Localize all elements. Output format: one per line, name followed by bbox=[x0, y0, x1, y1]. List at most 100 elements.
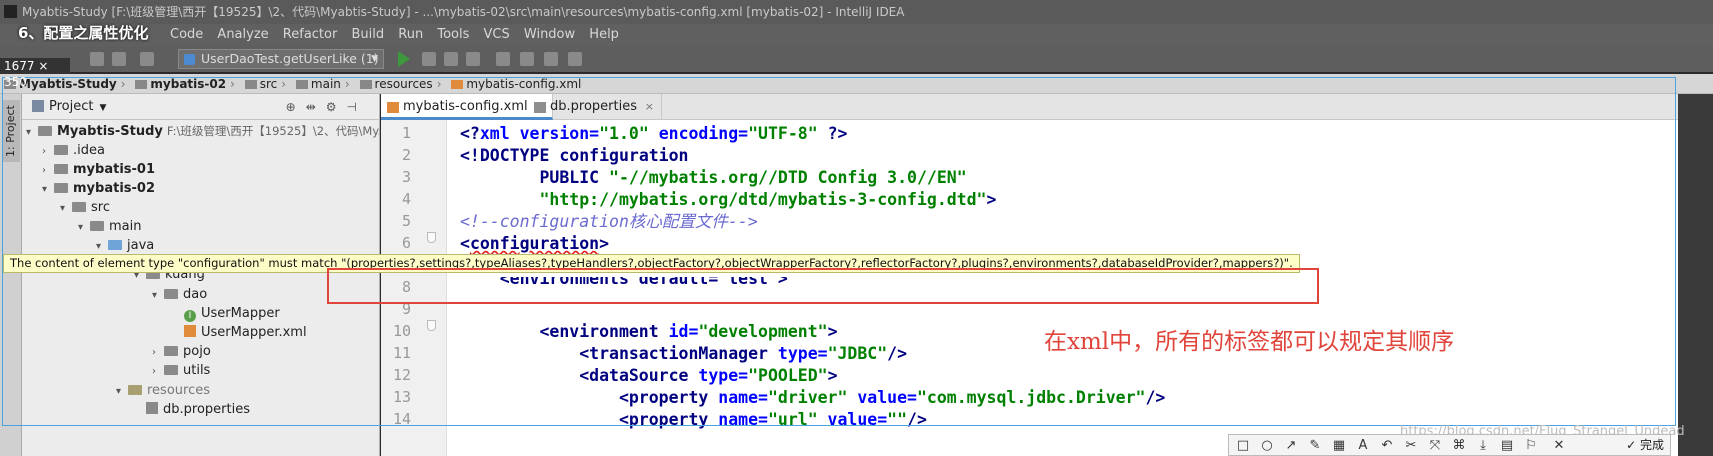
menu-window[interactable]: Window bbox=[524, 27, 575, 42]
fold-marker-icon[interactable] bbox=[427, 232, 436, 243]
download-icon[interactable]: ⤓ bbox=[1475, 438, 1491, 454]
settings-icon[interactable] bbox=[520, 52, 534, 66]
breadcrumb-separator: › bbox=[344, 77, 350, 91]
code-line-13[interactable]: <property name="driver" value="com.mysql… bbox=[460, 387, 1165, 409]
collapse-icon[interactable]: ⇹ bbox=[306, 100, 326, 114]
text-icon[interactable]: A bbox=[1355, 438, 1371, 454]
code-line-2[interactable]: <!DOCTYPE configuration bbox=[460, 145, 688, 167]
undo-icon[interactable]: ↶ bbox=[1379, 438, 1395, 454]
menu-help[interactable]: Help bbox=[589, 27, 619, 42]
menu-tools[interactable]: Tools bbox=[437, 27, 469, 42]
menu-code[interactable]: Code bbox=[170, 27, 203, 42]
chevron-down-icon[interactable]: ▾ bbox=[60, 198, 72, 219]
pin-icon[interactable]: ✂ bbox=[1403, 438, 1419, 454]
tree-item-src[interactable]: ▾ src bbox=[60, 197, 110, 218]
close-icon[interactable]: ✕ bbox=[1551, 438, 1567, 454]
tree-item-main[interactable]: ▾ main bbox=[78, 216, 141, 237]
line-number: 10 bbox=[392, 322, 411, 340]
tree-item-mybatis-01[interactable]: › mybatis-01 bbox=[42, 159, 155, 180]
chevron-down-icon[interactable]: ▾ bbox=[42, 179, 54, 200]
forward-icon[interactable] bbox=[112, 52, 126, 66]
tree-item-idea[interactable]: › .idea bbox=[42, 140, 105, 161]
xml-file-icon bbox=[451, 80, 464, 89]
tree-item-dao[interactable]: ▾ dao bbox=[152, 284, 207, 305]
breadcrumb-item-module[interactable]: mybatis-02 bbox=[135, 74, 226, 94]
chevron-down-icon[interactable]: ▼ bbox=[99, 103, 106, 113]
tree-item-resources[interactable]: ▾ resources bbox=[116, 380, 210, 401]
coverage-icon[interactable] bbox=[444, 52, 458, 66]
tree-item-project-root[interactable]: ▾ Myabtis-Study F:\班级管理\西开【19525】\2、代码\My.… bbox=[26, 121, 379, 143]
mosaic-icon[interactable]: ▦ bbox=[1331, 438, 1347, 454]
rectangle-icon[interactable]: □ bbox=[1235, 438, 1251, 454]
line-number: 6 bbox=[401, 234, 411, 252]
tree-item-usermapper[interactable]: I UserMapper bbox=[184, 303, 280, 324]
ocr-icon[interactable]: ⌘ bbox=[1451, 438, 1467, 454]
line-number: 5 bbox=[401, 212, 411, 230]
code-line-1[interactable]: <?xml version="1.0" encoding="UTF-8" ?> bbox=[460, 123, 847, 145]
locate-icon[interactable]: ⊕ bbox=[286, 100, 306, 114]
pen-icon[interactable]: ✎ bbox=[1307, 438, 1323, 454]
bookmark-icon[interactable]: ⚐ bbox=[1523, 438, 1539, 454]
code-line-11[interactable]: <transactionManager type="JDBC"/> bbox=[460, 343, 907, 365]
back-icon[interactable] bbox=[90, 52, 104, 66]
sdk-icon[interactable] bbox=[544, 52, 558, 66]
breadcrumb-item-resources[interactable]: resources bbox=[359, 74, 433, 94]
breadcrumb-item-file[interactable]: mybatis-config.xml bbox=[451, 74, 581, 94]
tab-mybatis-config[interactable]: mybatis-config.xml × bbox=[381, 94, 553, 120]
xml-file-icon bbox=[387, 102, 399, 113]
code-line-6[interactable]: <configuration> bbox=[460, 233, 609, 255]
gear-icon[interactable]: ⚙ bbox=[326, 100, 347, 114]
menu-refactor[interactable]: Refactor bbox=[283, 27, 338, 42]
folder-icon bbox=[90, 221, 104, 231]
search-everywhere-icon[interactable] bbox=[568, 52, 582, 66]
arrow-icon[interactable]: ↗ bbox=[1283, 438, 1299, 454]
breadcrumb-separator: › bbox=[120, 77, 126, 91]
tree-item-usermapper-xml[interactable]: UserMapper.xml bbox=[184, 322, 307, 343]
window-title-bar: Myabtis-Study [F:\班级管理\西开【19525】\2、代码\My… bbox=[0, 0, 1713, 24]
stop-icon[interactable] bbox=[466, 52, 480, 66]
line-number: 4 bbox=[401, 190, 411, 208]
code-line-3[interactable]: PUBLIC "-//mybatis.org//DTD Config 3.0//… bbox=[460, 167, 966, 189]
run-configuration-select[interactable]: UserDaoTest.getUserLike (1) ▼ bbox=[178, 49, 384, 69]
menu-vcs[interactable]: VCS bbox=[484, 27, 510, 42]
menu-build[interactable]: Build bbox=[351, 27, 384, 42]
chevron-down-icon[interactable]: ▾ bbox=[116, 381, 128, 402]
chevron-down-icon[interactable]: ▾ bbox=[26, 122, 38, 143]
tree-item-mybatis-02[interactable]: ▾ mybatis-02 bbox=[42, 178, 155, 199]
code-line-4[interactable]: "http://mybatis.org/dtd/mybatis-3-config… bbox=[460, 189, 996, 211]
translate-icon[interactable]: ⤧ bbox=[1427, 438, 1443, 454]
tree-item-pojo[interactable]: › pojo bbox=[152, 341, 211, 362]
chevron-down-icon[interactable]: ▾ bbox=[78, 217, 90, 238]
debug-icon[interactable] bbox=[422, 52, 436, 66]
breadcrumb-item-src[interactable]: src bbox=[244, 74, 277, 94]
tab-db-properties[interactable]: db.properties × bbox=[528, 94, 662, 120]
project-view-select[interactable]: Project bbox=[49, 99, 93, 114]
code-line-14[interactable]: <property name="url" value=""/> bbox=[460, 409, 927, 431]
chevron-right-icon[interactable]: › bbox=[152, 361, 164, 382]
tree-item-db-properties[interactable]: db.properties bbox=[146, 399, 250, 420]
save-icon[interactable]: ▤ bbox=[1499, 438, 1515, 454]
chevron-down-icon[interactable]: ▾ bbox=[152, 285, 164, 306]
tree-item-utils[interactable]: › utils bbox=[152, 360, 210, 381]
code-line-12[interactable]: <dataSource type="POOLED"> bbox=[460, 365, 837, 387]
project-structure-icon[interactable] bbox=[496, 52, 510, 66]
project-tool-tab[interactable]: 1: Project bbox=[2, 100, 20, 162]
hide-icon[interactable]: ⊣ bbox=[347, 100, 367, 114]
menu-analyze[interactable]: Analyze bbox=[217, 27, 268, 42]
build-icon[interactable] bbox=[140, 52, 154, 66]
package-icon bbox=[164, 365, 178, 375]
fold-marker-icon[interactable] bbox=[427, 320, 436, 331]
screenshot-toolbar: □ ○ ↗ ✎ ▦ A ↶ ✂ ⤧ ⌘ ⤓ ▤ ⚐ ✕ ✓ 完成 bbox=[1228, 434, 1671, 456]
ellipse-icon[interactable]: ○ bbox=[1259, 438, 1275, 454]
menu-run[interactable]: Run bbox=[398, 27, 423, 42]
breadcrumb-item-main[interactable]: main bbox=[295, 74, 341, 94]
run-icon[interactable] bbox=[398, 51, 410, 67]
tree-item-java[interactable]: ▾ java bbox=[96, 235, 154, 256]
code-line-10[interactable]: <environment id="development"> bbox=[460, 321, 837, 343]
close-icon[interactable]: × bbox=[645, 94, 654, 120]
folder-icon bbox=[72, 202, 86, 212]
line-number: 11 bbox=[392, 344, 411, 362]
code-line-5[interactable]: <!--configuration核心配置文件--> bbox=[460, 211, 758, 233]
source-folder-icon bbox=[108, 240, 122, 250]
done-button[interactable]: ✓ 完成 bbox=[1626, 437, 1664, 454]
